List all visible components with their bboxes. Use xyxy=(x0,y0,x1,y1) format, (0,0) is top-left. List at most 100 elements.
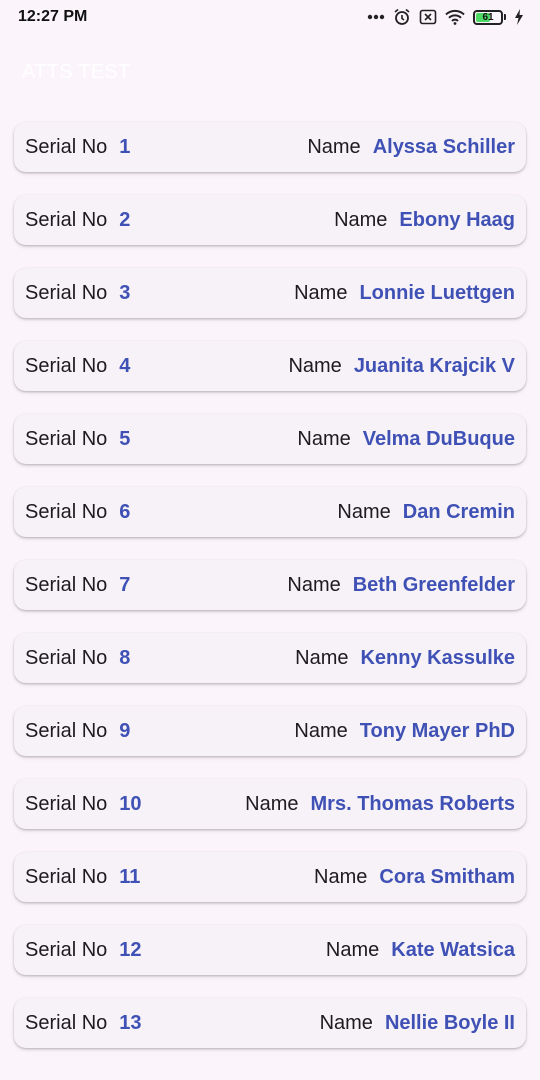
serial-label: Serial No xyxy=(25,427,108,450)
list-item[interactable]: Serial No 4 Name Juanita Krajcik V xyxy=(14,341,526,391)
name-label: Name xyxy=(325,938,380,961)
serial-group: Serial No 4 xyxy=(25,355,130,378)
name-group: Name Mrs. Thomas Roberts xyxy=(245,793,515,816)
serial-label: Serial No xyxy=(25,1011,108,1034)
serial-value: 13 xyxy=(119,1011,142,1034)
serial-group: Serial No 8 xyxy=(25,647,130,670)
name-label: Name xyxy=(337,500,391,523)
name-label: Name xyxy=(307,135,361,158)
serial-group: Serial No 13 xyxy=(25,1012,142,1035)
serial-label: Serial No xyxy=(25,135,108,158)
list-item[interactable]: Serial No 11 Name Cora Smitham xyxy=(14,852,526,902)
name-label: Name xyxy=(314,865,368,888)
name-group: Name Cora Smitham xyxy=(314,866,515,889)
serial-group: Serial No 7 xyxy=(25,574,130,597)
serial-group: Serial No 3 xyxy=(25,282,130,305)
status-bar: 12:27 PM 61 xyxy=(0,0,540,34)
serial-group: Serial No 6 xyxy=(25,501,130,524)
name-value: Beth Greenfelder xyxy=(352,573,515,596)
list-item[interactable]: Serial No 2 Name Ebony Haag xyxy=(14,195,526,245)
list-item[interactable]: Serial No 10 Name Mrs. Thomas Roberts xyxy=(14,779,526,829)
name-label: Name xyxy=(294,719,348,742)
serial-value: 5 xyxy=(119,427,131,450)
name-value: Kenny Kassulke xyxy=(360,646,515,669)
serial-value: 4 xyxy=(119,354,131,377)
status-time: 12:27 PM xyxy=(18,8,88,25)
name-group: Name Kenny Kassulke xyxy=(295,647,515,670)
serial-value: 12 xyxy=(119,938,142,961)
serial-value: 2 xyxy=(119,208,131,231)
serial-label: Serial No xyxy=(25,500,108,523)
name-label: Name xyxy=(295,646,349,669)
serial-label: Serial No xyxy=(25,354,108,377)
name-value: Velma DuBuque xyxy=(362,427,515,450)
name-value: Alyssa Schiller xyxy=(372,135,515,158)
serial-group: Serial No 10 xyxy=(25,793,142,816)
serial-value: 11 xyxy=(119,865,141,888)
name-label: Name xyxy=(334,208,388,231)
notification-off-icon xyxy=(419,9,437,25)
serial-label: Serial No xyxy=(25,281,108,304)
serial-label: Serial No xyxy=(25,792,108,815)
serial-label: Serial No xyxy=(25,938,108,961)
name-value: Dan Cremin xyxy=(402,500,515,523)
name-group: Name Ebony Haag xyxy=(334,209,515,232)
serial-value: 6 xyxy=(119,500,131,523)
serial-label: Serial No xyxy=(25,865,108,888)
status-icons: 61 xyxy=(367,8,524,26)
app-bar: ATTS TEST xyxy=(0,34,540,110)
name-value: Cora Smitham xyxy=(379,865,515,888)
name-value: Ebony Haag xyxy=(399,208,515,231)
serial-value: 3 xyxy=(119,281,131,304)
list-item[interactable]: Serial No 8 Name Kenny Kassulke xyxy=(14,633,526,683)
serial-group: Serial No 9 xyxy=(25,720,130,743)
alarm-icon xyxy=(393,8,411,26)
serial-label: Serial No xyxy=(25,719,108,742)
list-item[interactable]: Serial No 12 Name Kate Watsica xyxy=(14,925,526,975)
serial-value: 7 xyxy=(119,573,131,596)
serial-group: Serial No 1 xyxy=(25,136,130,159)
name-group: Name Lonnie Luettgen xyxy=(294,282,515,305)
name-label: Name xyxy=(319,1011,373,1034)
serial-value: 8 xyxy=(119,646,131,669)
name-group: Name Beth Greenfelder xyxy=(287,574,515,597)
battery-icon: 61 xyxy=(473,9,506,25)
serial-group: Serial No 5 xyxy=(25,428,130,451)
serial-group: Serial No 2 xyxy=(25,209,130,232)
list-item[interactable]: Serial No 5 Name Velma DuBuque xyxy=(14,414,526,464)
name-group: Name Kate Watsica xyxy=(326,939,515,962)
name-group: Name Juanita Krajcik V xyxy=(288,355,515,378)
serial-value: 10 xyxy=(119,792,142,815)
serial-value: 9 xyxy=(119,719,131,742)
name-value: Tony Mayer PhD xyxy=(359,719,515,742)
name-value: Mrs. Thomas Roberts xyxy=(310,792,515,815)
list-item[interactable]: Serial No 3 Name Lonnie Luettgen xyxy=(14,268,526,318)
more-dots-icon xyxy=(367,14,385,20)
name-value: Juanita Krajcik V xyxy=(353,354,515,377)
charging-bolt-icon xyxy=(514,9,524,25)
name-label: Name xyxy=(294,281,348,304)
name-group: Name Alyssa Schiller xyxy=(307,136,515,159)
name-label: Name xyxy=(297,427,351,450)
name-value: Lonnie Luettgen xyxy=(359,281,515,304)
list-item[interactable]: Serial No 1 Name Alyssa Schiller xyxy=(14,122,526,172)
name-group: Name Nellie Boyle II xyxy=(320,1012,515,1035)
list-item[interactable]: Serial No 9 Name Tony Mayer PhD xyxy=(14,706,526,756)
name-value: Nellie Boyle II xyxy=(384,1011,515,1034)
name-group: Name Velma DuBuque xyxy=(297,428,515,451)
name-label: Name xyxy=(287,573,341,596)
serial-label: Serial No xyxy=(25,646,108,669)
serial-value: 1 xyxy=(119,135,131,158)
battery-percent: 61 xyxy=(482,11,494,23)
list-item[interactable]: Serial No 13 Name Nellie Boyle II xyxy=(14,998,526,1048)
name-label: Name xyxy=(245,792,299,815)
wifi-icon xyxy=(445,9,465,25)
app-title: ATTS TEST xyxy=(22,60,131,83)
serial-group: Serial No 12 xyxy=(25,939,142,962)
list-item[interactable]: Serial No 7 Name Beth Greenfelder xyxy=(14,560,526,610)
name-group: Name Tony Mayer PhD xyxy=(294,720,515,743)
name-value: Kate Watsica xyxy=(391,938,515,961)
serial-group: Serial No 11 xyxy=(25,866,140,889)
list-item[interactable]: Serial No 6 Name Dan Cremin xyxy=(14,487,526,537)
name-label: Name xyxy=(288,354,342,377)
